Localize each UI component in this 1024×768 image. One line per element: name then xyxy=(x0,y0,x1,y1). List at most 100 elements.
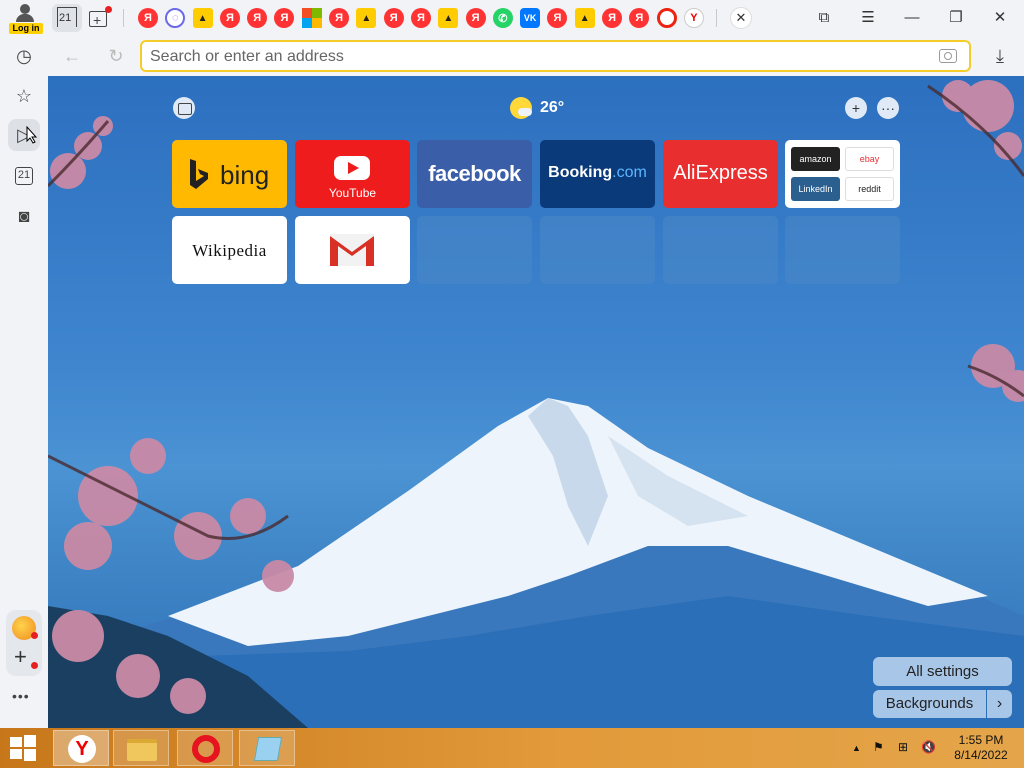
tile-bing[interactable]: bing xyxy=(172,140,287,208)
screenshot-icon[interactable]: ◙ xyxy=(8,200,40,232)
folder-icon xyxy=(127,739,157,761)
tile-empty[interactable] xyxy=(417,216,532,284)
more-options-button[interactable]: ··· xyxy=(877,97,899,119)
taskbar-yandex-browser[interactable]: Y xyxy=(53,730,109,766)
clock-date: 8/14/2022 xyxy=(954,748,1008,762)
notification-dot xyxy=(31,662,38,669)
restore-button[interactable]: ❐ xyxy=(943,6,969,30)
notification-dot xyxy=(31,632,38,639)
tabs-layout-button[interactable] xyxy=(173,97,195,119)
yandex-icon[interactable]: Я xyxy=(274,8,295,28)
taskbar-file-explorer[interactable] xyxy=(113,730,169,766)
yandex-icon[interactable]: Я xyxy=(547,8,568,28)
amazon-mini-tile[interactable]: amazon xyxy=(791,147,840,171)
yandex-icon[interactable]: Я xyxy=(219,8,240,28)
windows-start-button[interactable] xyxy=(10,735,38,761)
microsoft-icon[interactable] xyxy=(301,8,322,28)
downloads-button[interactable]: ⤓ xyxy=(988,44,1012,68)
opera-icon[interactable] xyxy=(656,8,677,28)
yandex-icon[interactable]: Я xyxy=(602,8,623,28)
backgrounds-button[interactable]: Backgrounds xyxy=(873,690,986,718)
opera-icon xyxy=(192,735,220,763)
tile-youtube[interactable]: YouTube xyxy=(295,140,410,208)
tile-empty[interactable] xyxy=(540,216,655,284)
weather-widget[interactable]: 26° xyxy=(510,96,564,120)
taskbar-opera[interactable] xyxy=(177,730,233,766)
address-row: ← ↻ ⤓ xyxy=(48,36,1024,76)
all-settings-button[interactable]: All settings xyxy=(873,657,1012,686)
sidebar-more-button[interactable]: ••• xyxy=(12,688,30,704)
gmail-logo-icon xyxy=(330,234,374,266)
pinned-tabs: Я ◌ ▲ Я Я Я Я ▲ Я Я ▲ Я ✆ VK Я ▲ Я Я Y xyxy=(138,8,711,28)
yandex-icon[interactable]: Я xyxy=(629,8,650,28)
close-window-button[interactable]: ✕ xyxy=(987,6,1013,30)
yandex-icon[interactable]: Я xyxy=(247,8,268,28)
close-tab-button[interactable]: ✕ xyxy=(730,7,752,29)
add-tile-button[interactable]: + xyxy=(845,97,867,119)
yandex-browser-icon[interactable]: Y xyxy=(683,8,704,28)
tray-expand-icon[interactable]: ▲ xyxy=(852,743,861,753)
tile-empty[interactable] xyxy=(663,216,778,284)
taskbar-notepad[interactable] xyxy=(239,730,295,766)
separator xyxy=(716,9,717,27)
youtube-play-icon xyxy=(334,156,370,180)
action-center-flag-icon[interactable]: ⚑ xyxy=(873,740,884,754)
calendar-button[interactable]: 21 xyxy=(8,160,40,192)
search-input[interactable] xyxy=(150,46,910,68)
bookmarks-panel-button[interactable]: ⧉ xyxy=(811,6,837,30)
history-icon[interactable]: ◷ xyxy=(8,40,40,72)
sidebar: ◷ ☆ ▷ 21 ◙ + ••• xyxy=(0,36,48,728)
separator xyxy=(123,9,124,27)
mouse-cursor-icon xyxy=(26,126,38,144)
browser-menu-button[interactable]: ☰ xyxy=(855,6,881,30)
images-icon[interactable]: ▲ xyxy=(574,8,595,28)
ebay-mini-tile[interactable]: ebay xyxy=(845,147,894,171)
yandex-icon[interactable]: Я xyxy=(138,8,158,28)
bing-logo-icon xyxy=(190,159,208,189)
reddit-mini-tile[interactable]: reddit xyxy=(845,177,894,201)
volume-muted-icon[interactable]: 🔇 xyxy=(921,740,936,754)
clock-time: 1:55 PM xyxy=(958,733,1004,747)
network-icon[interactable]: ⊞ xyxy=(898,740,908,754)
images-icon[interactable]: ▲ xyxy=(438,8,459,28)
yandex-icon[interactable]: Я xyxy=(329,8,350,28)
login-label: Log in xyxy=(9,23,43,34)
yandex-icon[interactable]: Я xyxy=(465,8,486,28)
bookmarks-icon[interactable]: ☆ xyxy=(8,80,40,112)
windows-taskbar: Y ▲ ⚑ ⊞ 🔇 1:55 PM 8/14/2022 xyxy=(0,728,1024,768)
linkedin-mini-tile[interactable]: LinkedIn xyxy=(791,177,840,201)
weather-icon xyxy=(510,97,532,119)
whatsapp-icon[interactable]: ✆ xyxy=(492,8,513,28)
tab-bar: Log in 21 + Я ◌ ▲ Я Я Я Я ▲ Я Я ▲ Я ✆ VK Я ▲ Я Я Y ✕ ⧉ ☰ —… xyxy=(0,0,1024,36)
tile-gmail[interactable] xyxy=(295,216,410,284)
images-icon[interactable]: ▲ xyxy=(356,8,377,28)
tile-multi-sites[interactable]: amazon ebay LinkedIn reddit xyxy=(785,140,900,208)
user-icon xyxy=(20,4,30,14)
new-tab-button[interactable]: + xyxy=(88,6,112,30)
address-bar[interactable] xyxy=(140,40,971,72)
back-button[interactable]: ← xyxy=(60,44,84,68)
system-clock[interactable]: 1:55 PM 8/14/2022 xyxy=(946,733,1016,763)
messenger-icon[interactable]: ◌ xyxy=(165,8,186,28)
minimize-button[interactable]: — xyxy=(899,6,925,30)
tile-booking[interactable]: Booking.com xyxy=(540,140,655,208)
images-icon[interactable]: ▲ xyxy=(192,8,213,28)
yandex-icon[interactable]: Я xyxy=(410,8,431,28)
tile-wikipedia[interactable]: Wikipedia xyxy=(172,216,287,284)
notification-dot xyxy=(105,6,112,13)
yandex-browser-icon: Y xyxy=(68,735,96,763)
camera-search-icon[interactable] xyxy=(939,49,957,63)
login-button[interactable]: Log in xyxy=(4,2,44,34)
home-tab[interactable]: 21 xyxy=(52,4,82,32)
add-panel-button[interactable]: + xyxy=(14,646,27,668)
next-background-button[interactable]: › xyxy=(987,690,1012,718)
sidebar-apps-group: + xyxy=(6,610,42,676)
tile-aliexpress[interactable]: AliExpress xyxy=(663,140,778,208)
vk-icon[interactable]: VK xyxy=(520,8,541,28)
weather-temperature: 26° xyxy=(540,99,565,116)
yandex-icon[interactable]: Я xyxy=(383,8,404,28)
reload-button[interactable]: ↻ xyxy=(104,44,128,68)
tile-empty[interactable] xyxy=(785,216,900,284)
tile-facebook[interactable]: facebook xyxy=(417,140,532,208)
calendar-icon: 21 xyxy=(15,167,33,185)
